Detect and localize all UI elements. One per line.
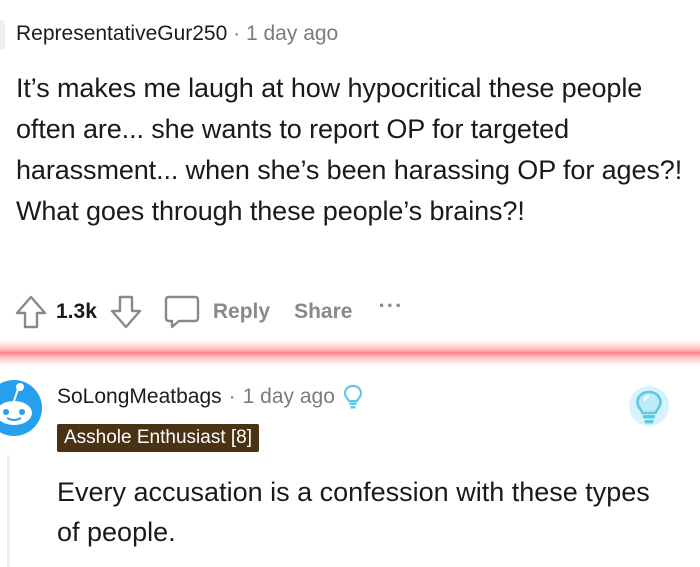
lightbulb-icon <box>343 384 363 410</box>
comment-bubble-icon <box>163 294 201 330</box>
meta-separator: · <box>233 22 241 45</box>
comment-body: It’s makes me laugh at how hypocritical … <box>16 73 683 226</box>
more-icon[interactable]: ··· <box>378 295 403 317</box>
user-flair: Asshole Enthusiast [8] <box>57 424 259 452</box>
avatar-icon[interactable] <box>0 376 44 438</box>
highlight-divider <box>0 340 700 366</box>
comment-actions: 1.3k Reply Share ··· <box>14 291 403 333</box>
comment-username[interactable]: RepresentativeGur250 <box>16 22 227 45</box>
comment-meta: SoLongMeatbags · 1 day ago <box>57 383 363 411</box>
comment-meta: RepresentativeGur250 · 1 day ago <box>16 21 338 47</box>
comment-body: Every accusation is a confession with th… <box>57 477 650 547</box>
downvote-icon[interactable] <box>109 294 143 330</box>
comment-username[interactable]: SoLongMeatbags <box>57 383 222 411</box>
lightbulb-award-icon[interactable] <box>627 386 671 437</box>
reply-label: Reply <box>212 300 271 323</box>
upvote-icon[interactable] <box>14 294 48 330</box>
meta-separator: · <box>228 385 236 408</box>
comment-timestamp[interactable]: 1 day ago <box>243 383 335 411</box>
comment-timestamp[interactable]: 1 day ago <box>246 22 338 45</box>
thread-line[interactable] <box>7 455 10 567</box>
vote-count: 1.3k <box>56 300 97 323</box>
share-button[interactable]: Share <box>294 300 352 324</box>
thread-line <box>0 20 5 50</box>
reply-button[interactable]: Reply <box>163 294 270 330</box>
